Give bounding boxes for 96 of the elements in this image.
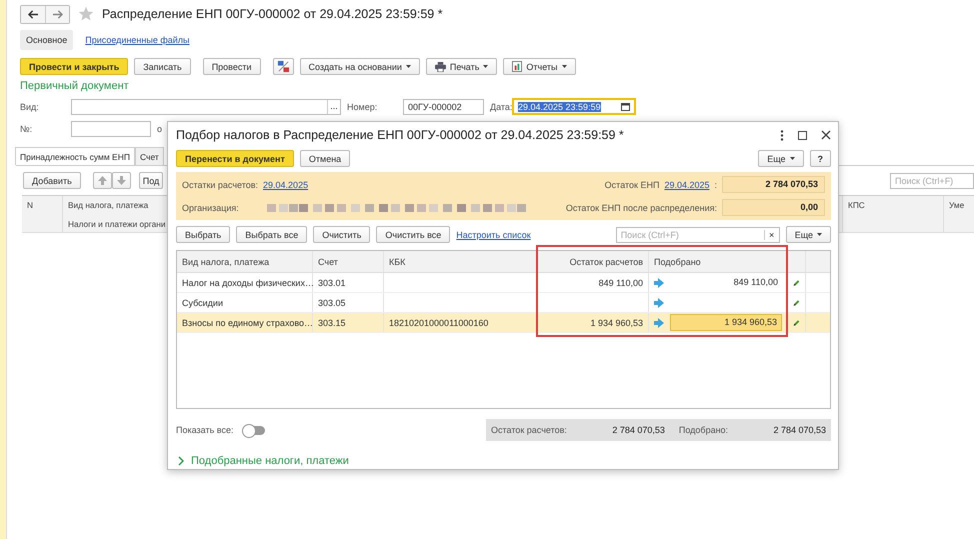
- type-field[interactable]: ...: [71, 98, 341, 114]
- action-button[interactable]: Очистить все: [376, 226, 450, 243]
- transfer-button[interactable]: Перенести в документ: [176, 150, 294, 167]
- ledger-button[interactable]: [272, 58, 294, 75]
- table-cell: Взносы по единому страхово…: [182, 318, 314, 328]
- field-label: Номер:: [347, 102, 378, 112]
- reports-button[interactable]: Отчеты: [503, 58, 576, 75]
- value-field: 0,00: [722, 199, 825, 216]
- table-cell: 18210201000011000160: [389, 318, 488, 328]
- cancel-button[interactable]: Отмена: [300, 150, 350, 167]
- star-icon[interactable]: [78, 6, 94, 22]
- print-button[interactable]: Печать: [426, 58, 498, 75]
- column-header: Остаток расчетов: [538, 251, 649, 272]
- action-button[interactable]: Очистить: [313, 226, 370, 243]
- ledger-icon: [276, 60, 290, 73]
- column-header: Подобрано: [649, 251, 788, 272]
- date-link[interactable]: 29.04.2025: [664, 180, 710, 190]
- column-header: N: [26, 199, 34, 212]
- column-header: Вид налога, платежа: [68, 200, 150, 210]
- total-value: 2 784 070,53: [611, 425, 665, 435]
- date-link[interactable]: 29.04.2025: [263, 180, 308, 190]
- field-label: Дата:: [490, 102, 512, 112]
- toolbar-button[interactable]: Провести: [202, 58, 261, 75]
- dialog-title: Подбор налогов в Распределение ЕНП 00ГУ-000002 от 29.04.2025 23:59:59 *: [176, 128, 624, 142]
- calendar-icon[interactable]: [621, 102, 630, 110]
- table-cell: Налог на доходы физических…: [182, 278, 314, 288]
- pencil-icon[interactable]: [793, 318, 800, 328]
- field-label: Организация:: [182, 202, 240, 212]
- table-cell[interactable]: 849 110,00: [734, 277, 778, 287]
- toggle-switch[interactable]: [243, 426, 266, 434]
- column-header: Уме: [943, 196, 974, 232]
- back-button[interactable]: [21, 6, 45, 22]
- more-button[interactable]: Еще: [786, 226, 831, 243]
- column-header: Налоги и платежи органи: [68, 219, 166, 229]
- field-label: Остаток ЕНП: [604, 180, 660, 190]
- right-arrow-icon: [52, 10, 63, 18]
- dropdown-button[interactable]: Создать на основании: [300, 58, 420, 75]
- down-arrow-icon: [116, 176, 126, 185]
- tab[interactable]: Присоединенные файлы: [79, 30, 196, 50]
- choose-button[interactable]: ...: [327, 100, 340, 114]
- pencil-icon[interactable]: [793, 298, 800, 308]
- caret-icon: [790, 157, 794, 160]
- chevron-icon: [178, 456, 185, 466]
- left-arrow-icon: [28, 10, 38, 18]
- column-header: КБК: [384, 251, 538, 272]
- table-cell: 303.15: [318, 318, 346, 328]
- window-title: Распределение ЕНП 00ГУ-000002 от 29.04.2025 23:59:59 *: [102, 7, 443, 21]
- table-cell: 303.05: [318, 298, 346, 308]
- help-button[interactable]: ?: [810, 150, 831, 167]
- more-icon[interactable]: [780, 130, 784, 140]
- more-button[interactable]: Еще: [758, 150, 804, 167]
- table-cell: Субсидии: [182, 298, 223, 308]
- pencil-icon[interactable]: [793, 278, 800, 288]
- field-label: Остаток ЕНП после распределения:: [566, 202, 717, 212]
- caret-icon: [406, 65, 411, 68]
- total-value: 2 784 070,53: [772, 425, 826, 435]
- field-label: Вид:: [20, 102, 40, 112]
- table-row[interactable]: Налог на доходы физических… 303.01 849 110,00 849 110,00: [177, 273, 830, 293]
- table-cell: 303.01: [318, 278, 346, 288]
- maximize-icon[interactable]: [798, 130, 807, 140]
- colon-text: :: [714, 180, 717, 190]
- field-label: Остатки расчетов:: [182, 180, 258, 190]
- number-field[interactable]: [71, 121, 151, 137]
- field-label: о: [157, 124, 162, 134]
- close-icon[interactable]: [821, 130, 831, 140]
- printer-icon: [434, 62, 446, 72]
- action-button[interactable]: Выбрать: [176, 226, 230, 243]
- number-field[interactable]: 00ГУ-000002: [403, 98, 484, 114]
- toolbar-button[interactable]: Под: [138, 172, 164, 189]
- caret-icon: [562, 65, 566, 68]
- table-row[interactable]: Взносы по единому страхово… 303.15 18210201000011000160 1 934 960,53 1 934 960,53: [177, 313, 830, 333]
- clear-button[interactable]: ×: [764, 230, 779, 240]
- section-heading: Первичный документ: [20, 80, 130, 92]
- table-cell: 1 934 960,53: [590, 318, 643, 328]
- search-field[interactable]: Поиск (Ctrl+F) ×: [616, 226, 780, 242]
- tab[interactable]: Основное: [20, 30, 74, 50]
- tab[interactable]: Счет: [134, 147, 164, 165]
- column-header: КПС: [842, 196, 943, 232]
- field-label: №:: [20, 124, 34, 134]
- column-header: Счет: [313, 251, 384, 272]
- toolbar-button[interactable]: Записать: [134, 58, 191, 75]
- value-field: 2 784 070,53: [722, 176, 825, 193]
- configure-list-link[interactable]: Настроить список: [456, 230, 531, 240]
- up-arrow-icon: [98, 176, 107, 185]
- report-icon: [512, 61, 522, 72]
- post-and-close-button[interactable]: Провести и закрыть: [20, 58, 128, 75]
- tab[interactable]: Принадлежность сумм ЕНП: [15, 147, 135, 165]
- date-field[interactable]: 29.04.2025 23:59:59: [512, 98, 636, 115]
- table-cell: 849 110,00: [598, 278, 643, 288]
- caret-icon: [483, 65, 488, 68]
- total-label: Подобрано:: [678, 425, 728, 435]
- column-header: Вид налога, платежа: [177, 251, 313, 272]
- add-button[interactable]: Добавить: [23, 172, 81, 189]
- action-button[interactable]: Выбрать все: [236, 226, 308, 243]
- field-label: Показать все:: [176, 425, 234, 435]
- total-label: Остаток расчетов:: [491, 425, 567, 435]
